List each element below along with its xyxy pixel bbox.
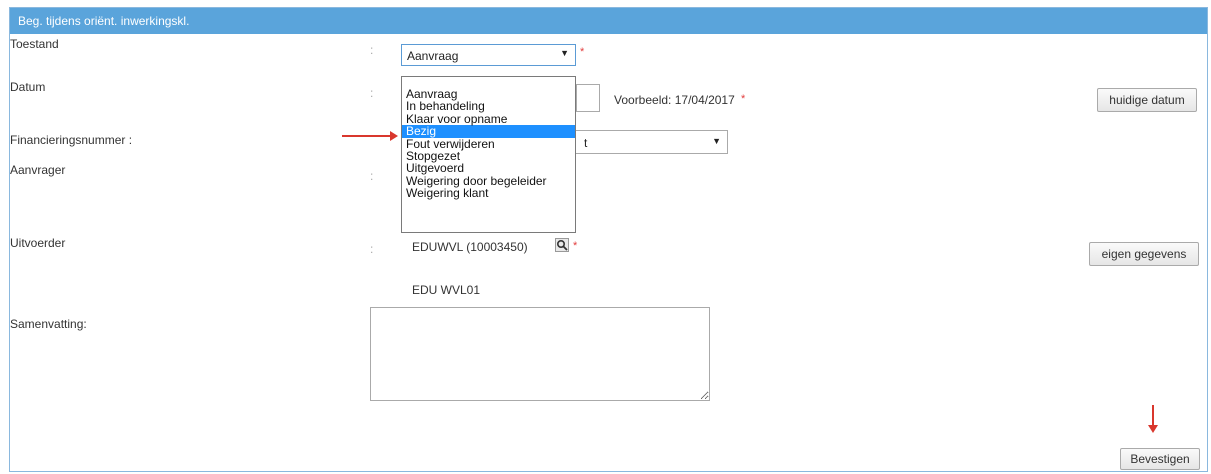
- annotation-arrow-down: [1148, 405, 1158, 433]
- toestand-label: Toestand: [10, 37, 59, 51]
- aanvrager-label: Aanvrager: [10, 163, 66, 177]
- toestand-colon: :: [370, 43, 374, 57]
- search-icon[interactable]: [555, 238, 569, 252]
- datum-input[interactable]: [576, 84, 600, 112]
- dropdown-option-highlighted[interactable]: Bezig: [402, 125, 575, 138]
- panel-title: Beg. tijdens oriënt. inwerkingskl.: [10, 8, 1207, 34]
- samenvatting-textarea[interactable]: [370, 307, 710, 401]
- samenvatting-label: Samenvatting:: [10, 317, 87, 331]
- required-marker: *: [573, 240, 578, 252]
- required-marker: *: [741, 93, 746, 105]
- uitvoerder-value: EDUWVL (10003450): [412, 240, 528, 254]
- toestand-select[interactable]: Aanvraag ▼: [401, 44, 576, 66]
- datum-colon: :: [370, 86, 374, 100]
- form-panel: Beg. tijdens oriënt. inwerkingskl.: [9, 7, 1208, 472]
- dropdown-option[interactable]: In behandeling: [402, 100, 575, 113]
- financiering-select-value: t: [584, 136, 588, 150]
- own-data-button[interactable]: eigen gegevens: [1089, 242, 1199, 266]
- uitvoerder-colon: :: [370, 242, 374, 256]
- toestand-select-value: Aanvraag: [407, 49, 459, 63]
- dropdown-option[interactable]: Uitgevoerd: [402, 162, 575, 175]
- chevron-down-icon: ▼: [560, 48, 569, 58]
- financiering-label: Financieringsnummer :: [10, 133, 133, 147]
- datum-label: Datum: [10, 80, 46, 94]
- uitvoerder-subvalue: EDU WVL01: [412, 283, 481, 297]
- toestand-dropdown-list[interactable]: Aanvraag In behandeling Klaar voor opnam…: [401, 76, 576, 233]
- confirm-button[interactable]: Bevestigen: [1120, 448, 1200, 470]
- chevron-down-icon: ▼: [712, 136, 721, 146]
- annotation-arrow-right: [342, 131, 398, 141]
- current-date-button[interactable]: huidige datum: [1097, 88, 1197, 112]
- uitvoerder-label: Uitvoerder: [10, 236, 66, 250]
- datum-example: Voorbeeld: 17/04/2017: [614, 93, 735, 107]
- dropdown-option[interactable]: Weigering klant: [402, 187, 575, 200]
- aanvrager-colon: :: [370, 169, 374, 183]
- required-marker: *: [580, 46, 585, 58]
